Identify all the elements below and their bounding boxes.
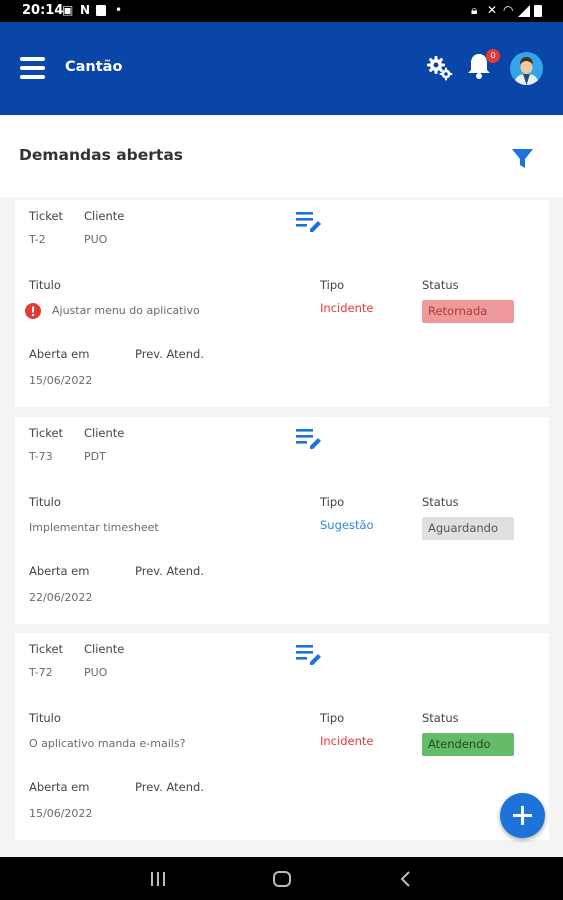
n-icon: N: [80, 3, 91, 17]
edit-button[interactable]: [295, 643, 323, 667]
avatar[interactable]: [510, 52, 543, 85]
app-bar: Cantão 0: [0, 22, 563, 115]
cliente-value: PUO: [84, 233, 108, 246]
tipo-label: Tipo: [320, 278, 345, 292]
recent-apps-button[interactable]: [148, 869, 168, 889]
aberta-em-label: Aberta em: [29, 780, 90, 794]
back-button[interactable]: [396, 869, 416, 889]
status-label: Status: [422, 711, 459, 725]
aberta-em-value: 15/06/2022: [29, 807, 93, 820]
app-title: Cantão: [65, 59, 123, 75]
filter-button[interactable]: [511, 148, 534, 170]
edit-note-icon: [296, 645, 321, 665]
clock: 20:14: [22, 3, 64, 18]
home-button[interactable]: [272, 869, 292, 889]
tipo-value: Incidente: [320, 734, 374, 748]
filter-icon: [512, 149, 533, 168]
section-title: Demandas abertas: [19, 146, 184, 164]
wifi-icon: ◠: [503, 3, 514, 17]
cliente-label: Cliente: [84, 426, 125, 440]
navigation-bar: [0, 857, 563, 900]
gear-icon: [427, 56, 453, 81]
menu-button[interactable]: [20, 57, 45, 79]
cliente-value: PDT: [84, 450, 106, 463]
dot-icon: •: [115, 3, 123, 17]
cliente-label: Cliente: [84, 209, 125, 223]
edit-button[interactable]: [295, 427, 323, 451]
message-icon: [96, 5, 106, 16]
aberta-em-label: Aberta em: [29, 564, 90, 578]
back-icon: [400, 871, 410, 887]
recent-apps-icon: [151, 872, 165, 886]
prev-atend-label: Prev. Atend.: [135, 564, 204, 578]
titulo-value: Ajustar menu do aplicativo: [52, 304, 200, 317]
alert-icon: [25, 303, 41, 319]
demand-card[interactable]: Ticket Cliente T-2 PUO Titulo Tipo Statu…: [15, 200, 549, 407]
ticket-label: Ticket: [29, 426, 64, 440]
settings-button[interactable]: [427, 55, 453, 81]
status-badge: Aguardando: [422, 517, 514, 540]
lock-icon: 🔒︎: [471, 3, 478, 17]
tipo-value: Sugestão: [320, 518, 374, 532]
titulo-label: Titulo: [29, 711, 61, 725]
ticket-label: Ticket: [29, 642, 64, 656]
ticket-value: T-72: [29, 666, 53, 679]
gallery-icon: ▣: [62, 3, 74, 17]
titulo-label: Titulo: [29, 278, 61, 292]
add-demand-button[interactable]: [500, 793, 545, 838]
demand-card[interactable]: Ticket Cliente T-72 PUO Titulo Tipo Stat…: [15, 633, 549, 840]
status-badge: Atendendo: [422, 733, 514, 756]
titulo-value: Implementar timesheet: [29, 521, 159, 534]
status-label: Status: [422, 278, 459, 292]
edit-button[interactable]: [295, 210, 323, 234]
titulo-label: Titulo: [29, 495, 61, 509]
notification-count-badge: 0: [486, 49, 500, 63]
prev-atend-label: Prev. Atend.: [135, 347, 204, 361]
screen: 20:14 ▣ N • 🔒︎ ✕ ◠ Cantão 0 Demandas abe…: [0, 0, 563, 900]
section-header: Demandas abertas: [0, 115, 563, 197]
edit-note-icon: [296, 429, 321, 449]
aberta-em-value: 15/06/2022: [29, 374, 93, 387]
plus-icon: [513, 806, 532, 825]
cliente-value: PUO: [84, 666, 108, 679]
battery-icon: [534, 5, 542, 17]
ticket-value: T-2: [29, 233, 46, 246]
mute-icon: ✕: [487, 3, 498, 17]
signal-icon: [518, 5, 530, 17]
ticket-value: T-73: [29, 450, 53, 463]
tipo-label: Tipo: [320, 495, 345, 509]
status-bar: 20:14 ▣ N • 🔒︎ ✕ ◠: [0, 0, 563, 22]
edit-note-icon: [296, 212, 321, 232]
aberta-em-label: Aberta em: [29, 347, 90, 361]
titulo-value: O aplicativo manda e-mails?: [29, 737, 186, 750]
status-badge: Retornada: [422, 300, 514, 323]
tipo-value: Incidente: [320, 301, 374, 315]
status-label: Status: [422, 495, 459, 509]
demand-card[interactable]: Ticket Cliente T-73 PDT Titulo Tipo Stat…: [15, 417, 549, 624]
prev-atend-label: Prev. Atend.: [135, 780, 204, 794]
user-avatar-icon: [510, 52, 543, 85]
ticket-label: Ticket: [29, 209, 64, 223]
cliente-label: Cliente: [84, 642, 125, 656]
tipo-label: Tipo: [320, 711, 345, 725]
aberta-em-value: 22/06/2022: [29, 591, 93, 604]
home-icon: [273, 871, 291, 887]
content: Demandas abertas Ticket Cliente T-2 PUO: [0, 115, 563, 857]
